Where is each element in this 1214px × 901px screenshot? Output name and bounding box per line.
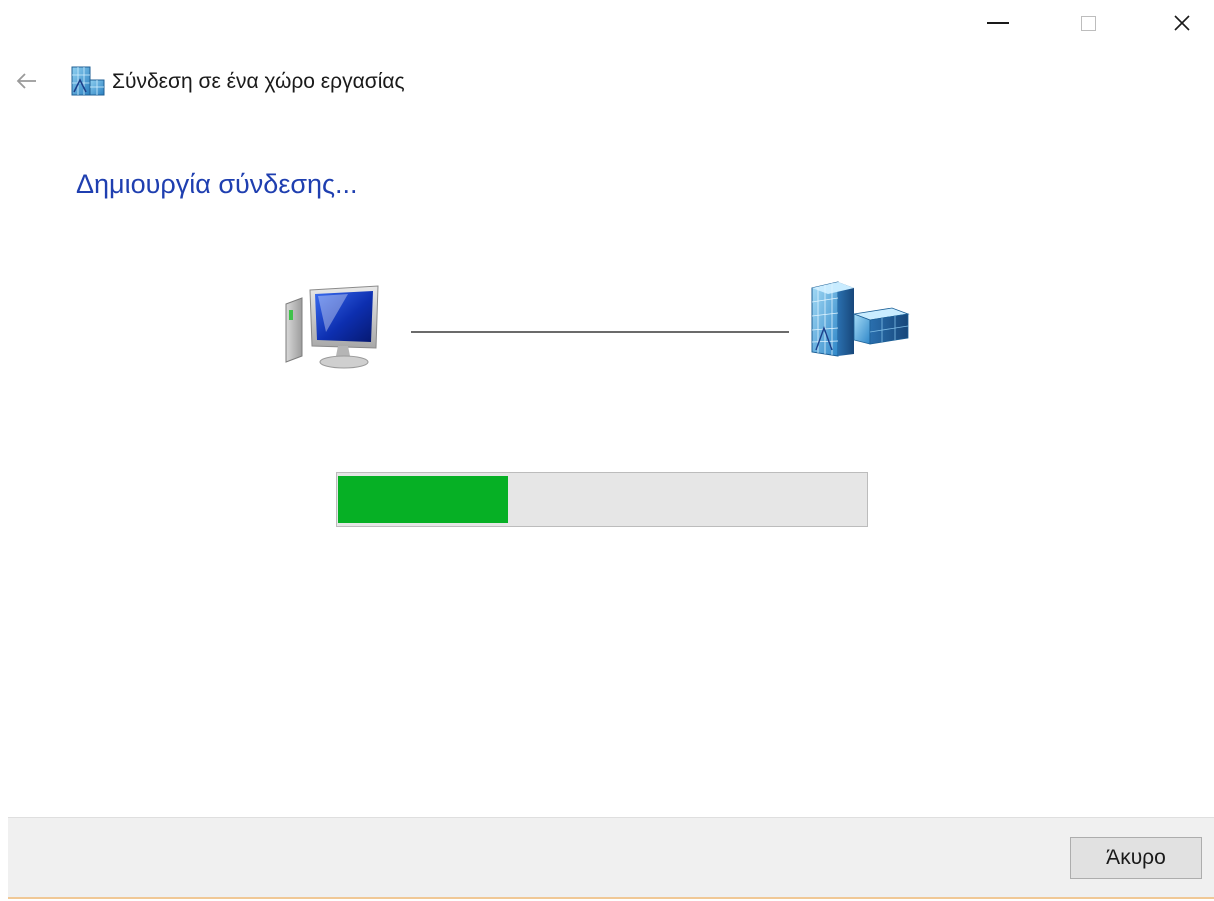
close-icon [1174, 15, 1190, 31]
workplace-connection-icon [71, 66, 105, 96]
window-title: Σύνδεση σε ένα χώρο εργασίας [112, 70, 405, 93]
maximize-icon [1080, 15, 1096, 31]
office-building-icon [811, 281, 910, 357]
dialog-window: Σύνδεση σε ένα χώρο εργασίας Δημιουργία … [0, 0, 1214, 901]
maximize-button[interactable] [1058, 0, 1118, 46]
minimize-icon [987, 22, 1009, 24]
footer-accent-line [8, 897, 1214, 899]
connection-line [411, 331, 789, 333]
page-heading: Δημιουργία σύνδεσης... [76, 169, 358, 199]
progress-bar [336, 472, 868, 527]
close-button[interactable] [1152, 0, 1212, 46]
back-button[interactable] [12, 66, 42, 96]
footer-bar [8, 817, 1214, 898]
computer-icon [285, 285, 379, 369]
minimize-button[interactable] [968, 0, 1028, 46]
progress-fill [338, 476, 508, 523]
cancel-button[interactable]: Άκυρο [1070, 837, 1202, 879]
back-arrow-icon [16, 73, 36, 89]
